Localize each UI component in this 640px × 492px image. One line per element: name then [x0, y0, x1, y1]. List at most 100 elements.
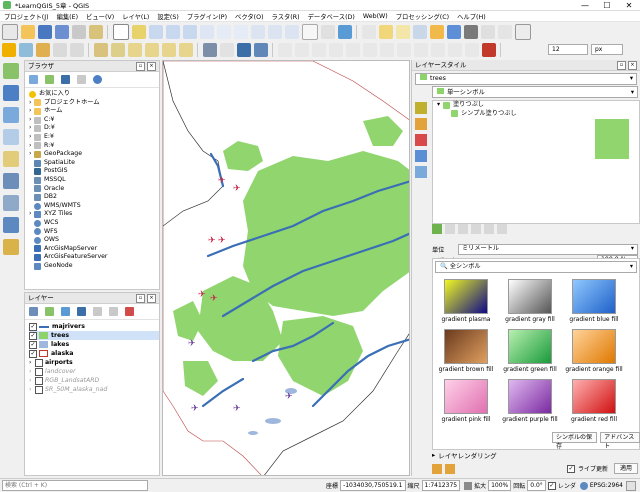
database-icon[interactable]: [202, 43, 217, 57]
zoom-full-icon[interactable]: [199, 25, 214, 39]
deselect-icon[interactable]: [412, 25, 427, 39]
layer-item-lakes[interactable]: ✓ lakes: [29, 340, 159, 349]
measure-icon[interactable]: [480, 25, 495, 39]
open-styling-icon[interactable]: [29, 307, 38, 316]
collapse-all-icon[interactable]: [77, 75, 86, 84]
select-value-icon[interactable]: [395, 25, 410, 39]
add-layer-icon[interactable]: [45, 75, 54, 84]
live-update-checkbox[interactable]: ✓: [566, 464, 575, 473]
layout-manager-icon[interactable]: [88, 25, 103, 39]
float-panel-button[interactable]: ▫: [136, 62, 145, 71]
pan-to-selection-icon[interactable]: [131, 25, 146, 39]
symbol-fill-item[interactable]: ▾ 塗りつぶし: [433, 101, 639, 110]
layer-item-trees[interactable]: ✓ trees: [29, 331, 159, 340]
menu-help[interactable]: ヘルプ(H): [453, 12, 490, 21]
maximize-button[interactable]: ☐: [596, 0, 618, 11]
add-raster-icon[interactable]: [3, 129, 19, 145]
toggle-editing-icon[interactable]: [1, 43, 16, 57]
layer-checkbox[interactable]: [35, 358, 43, 367]
vertex-tool-icon[interactable]: [52, 43, 67, 57]
change-label-icon[interactable]: [178, 43, 193, 57]
tree-item[interactable]: MSSQL: [29, 176, 159, 185]
save-as-icon[interactable]: [54, 25, 69, 39]
zoom-native-icon[interactable]: [250, 25, 265, 39]
apply-button[interactable]: 適用: [613, 463, 638, 474]
tree-item[interactable]: ArcGisFeatureServer: [29, 253, 159, 262]
close-panel-button[interactable]: ×: [147, 294, 156, 303]
menu-settings[interactable]: 設定(S): [153, 12, 183, 21]
delete-selected-icon[interactable]: [69, 43, 84, 57]
symbol-item[interactable]: gradient pink fill: [435, 379, 497, 423]
symbol-item[interactable]: gradient orange fill: [563, 329, 625, 373]
mask-tab-icon[interactable]: [415, 134, 427, 146]
new-map-view-icon[interactable]: [301, 24, 318, 40]
symbol-item[interactable]: gradient red fill: [563, 379, 625, 423]
renderer-select[interactable]: 単一シンボル ▾: [432, 86, 638, 98]
label-toolbar-icon[interactable]: [93, 43, 108, 57]
select-features-icon[interactable]: [378, 25, 393, 39]
menu-view[interactable]: ビュー(V): [82, 12, 118, 21]
duplicate-layer-icon[interactable]: [471, 224, 481, 234]
symbol-item[interactable]: gradient brown fill: [435, 329, 497, 373]
menu-web[interactable]: Web(W): [359, 13, 392, 20]
move-up-icon[interactable]: [484, 224, 494, 234]
symbol-item[interactable]: gradient blue fill: [563, 279, 625, 323]
add-ring-icon[interactable]: [396, 43, 411, 57]
zoom-selection-icon[interactable]: [216, 25, 231, 39]
delete-ring-icon[interactable]: [447, 43, 462, 57]
tree-item[interactable]: › R:¥: [29, 142, 159, 151]
add-symbol-layer-icon[interactable]: [432, 224, 442, 234]
identify-icon[interactable]: [361, 25, 376, 39]
symbol-item[interactable]: gradient gray fill: [499, 279, 561, 323]
add-wfs-icon[interactable]: [3, 239, 19, 255]
show-labels-icon[interactable]: [127, 43, 142, 57]
layer-item-airports[interactable]: › airports: [29, 358, 159, 367]
menu-project[interactable]: プロジェクト(J): [0, 12, 53, 21]
undo-icon[interactable]: [432, 463, 442, 474]
move-down-icon[interactable]: [497, 224, 507, 234]
pan-icon[interactable]: [112, 24, 129, 40]
layer-checkbox[interactable]: ✓: [29, 331, 37, 340]
gps-icon[interactable]: [219, 43, 234, 57]
tree-item[interactable]: › D:¥: [29, 124, 159, 133]
symbol-simple-fill-item[interactable]: シンプル塗りつぶし: [433, 110, 639, 119]
render-checkbox[interactable]: ✓: [547, 481, 556, 490]
tree-item[interactable]: › ホーム: [29, 107, 159, 116]
layer-item-landcover[interactable]: › landcover: [29, 367, 159, 376]
tree-item[interactable]: SpatiaLite: [29, 159, 159, 168]
info-icon[interactable]: [93, 75, 102, 84]
crs-icon[interactable]: [579, 481, 588, 490]
reshape-icon[interactable]: [294, 43, 309, 57]
font-unit-select[interactable]: px: [591, 44, 623, 55]
zoom-next-icon[interactable]: [284, 25, 299, 39]
temporal-icon[interactable]: [320, 25, 335, 39]
refresh-icon[interactable]: [337, 25, 352, 39]
tree-item[interactable]: DB2: [29, 193, 159, 202]
layer-checkbox[interactable]: [35, 376, 43, 385]
tree-item[interactable]: › C:¥: [29, 116, 159, 125]
simplify-icon[interactable]: [379, 43, 394, 57]
rotate-feature-icon[interactable]: [362, 43, 377, 57]
save-edits-icon[interactable]: [18, 43, 33, 57]
redo-icon[interactable]: [445, 463, 455, 474]
add-wms-icon[interactable]: [3, 217, 19, 233]
new-project-icon[interactable]: [1, 24, 18, 40]
add-feature-icon[interactable]: [35, 43, 50, 57]
tree-item[interactable]: GeoNode: [29, 262, 159, 271]
statistics-icon[interactable]: [463, 25, 478, 39]
remove-symbol-layer-icon[interactable]: [445, 224, 455, 234]
coord-input[interactable]: -1034030,750519.1: [340, 480, 406, 491]
tree-item[interactable]: › プロジェクトホーム: [29, 99, 159, 108]
layer-select[interactable]: trees ▾: [415, 73, 637, 85]
menu-plugins[interactable]: プラグイン(P): [183, 12, 231, 21]
rotate-label-icon[interactable]: [161, 43, 176, 57]
close-panel-button[interactable]: ×: [147, 62, 156, 71]
layer-item-rgb-landsat[interactable]: › RGB_LandsatARD: [29, 376, 159, 385]
lock-scale-icon[interactable]: [464, 481, 473, 490]
add-vertex-icon[interactable]: [277, 43, 292, 57]
filter-icon[interactable]: [61, 75, 70, 84]
magnifier-input[interactable]: 100%: [488, 480, 512, 491]
tree-item[interactable]: ArcGisMapServer: [29, 245, 159, 254]
close-panel-button[interactable]: ×: [628, 61, 637, 70]
layer-item-majrivers[interactable]: ✓ majrivers: [29, 322, 159, 331]
